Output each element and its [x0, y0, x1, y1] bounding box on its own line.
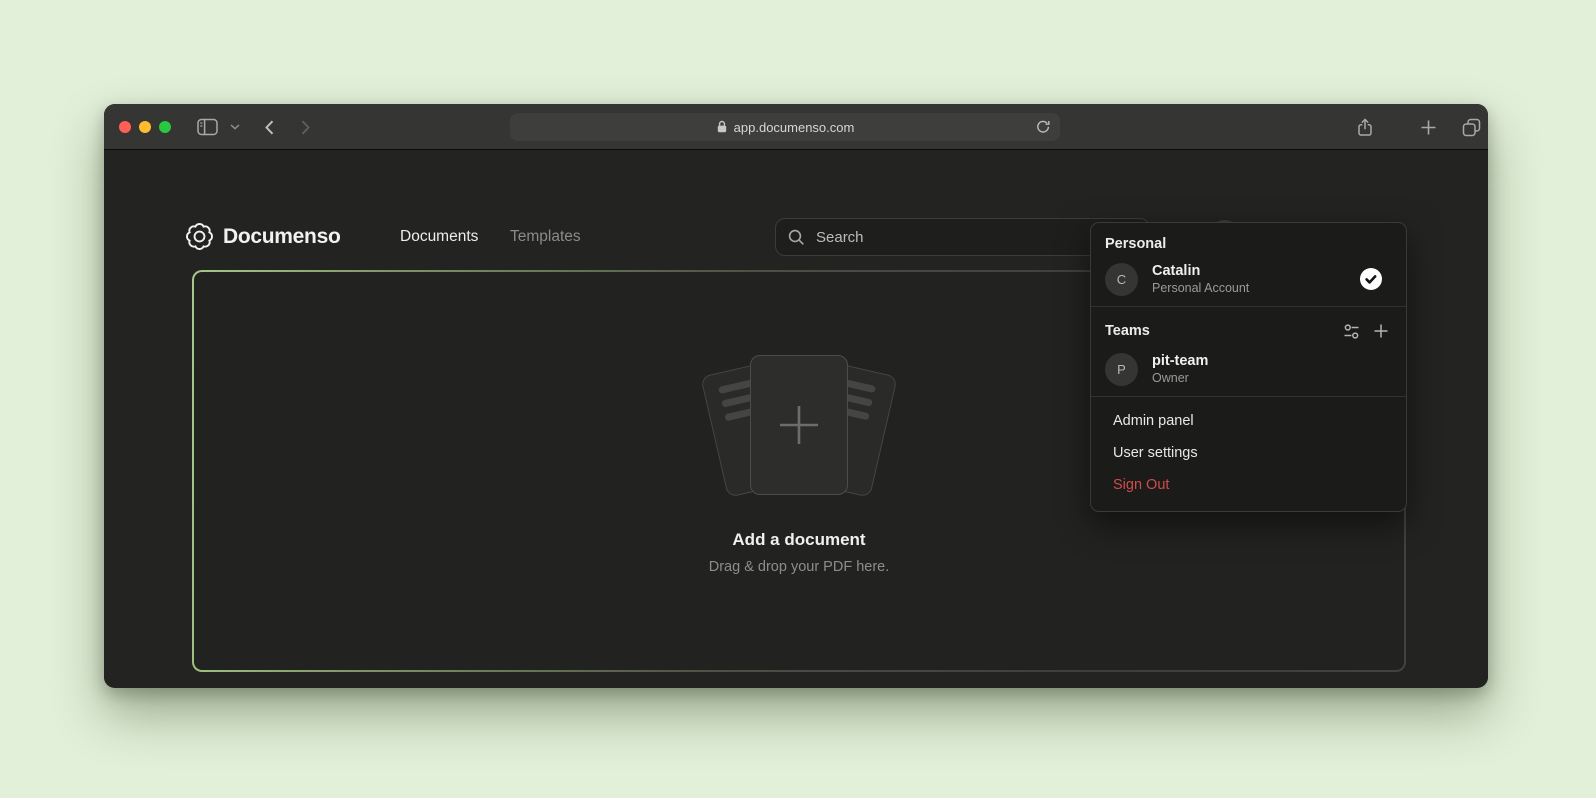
browser-toolbar: app.documenso.com — [104, 104, 1488, 150]
new-tab-button[interactable] — [1413, 112, 1443, 142]
personal-account-subtitle: Personal Account — [1152, 280, 1249, 296]
personal-section-heading: Personal — [1105, 236, 1392, 252]
share-icon — [1356, 118, 1374, 137]
team-item[interactable]: P pit-team Owner — [1105, 352, 1392, 386]
documenso-logo-icon — [186, 223, 213, 250]
chevron-down-icon — [230, 124, 240, 130]
admin-panel-item[interactable]: Admin panel — [1091, 405, 1406, 437]
teams-section-heading: Teams — [1105, 323, 1150, 339]
manage-teams-button[interactable] — [1340, 320, 1362, 342]
create-team-button[interactable] — [1370, 320, 1392, 342]
plus-icon — [1373, 323, 1389, 339]
dropdown-actions: Admin panel User settings Sign Out — [1091, 397, 1406, 511]
document-card-center — [750, 355, 848, 495]
tab-templates[interactable]: Templates — [510, 228, 581, 246]
brand-logo[interactable]: Documenso — [186, 223, 341, 250]
search-input[interactable] — [816, 229, 1083, 246]
empty-state-subtitle: Drag & drop your PDF here. — [709, 559, 890, 575]
personal-section: Personal C Catalin Personal Account — [1091, 223, 1406, 306]
tab-documents[interactable]: Documents — [400, 228, 478, 246]
close-window-button[interactable] — [119, 121, 131, 133]
team-name: pit-team — [1152, 352, 1208, 370]
app-content: Documenso Documents Templates ⌘+K C Cata… — [104, 150, 1488, 687]
team-role: Owner — [1152, 370, 1208, 386]
sidebar-toggle-button[interactable] — [192, 112, 222, 142]
personal-account-name: Catalin — [1152, 262, 1249, 280]
sliders-icon — [1343, 323, 1360, 340]
tab-overview-button[interactable] — [1456, 112, 1486, 142]
selected-check-icon — [1360, 268, 1382, 290]
lock-icon — [716, 120, 728, 134]
teams-section: Teams — [1091, 307, 1406, 396]
brand-name: Documenso — [223, 225, 341, 249]
url-field[interactable]: app.documenso.com — [510, 113, 1060, 141]
minimize-window-button[interactable] — [139, 121, 151, 133]
plus-icon — [1420, 119, 1437, 136]
personal-account-avatar: C — [1105, 263, 1138, 296]
tab-overview-icon — [1462, 118, 1481, 137]
browser-window: app.documenso.com — [104, 104, 1488, 688]
user-settings-item[interactable]: User settings — [1091, 437, 1406, 469]
sidebar-icon — [197, 118, 218, 136]
sign-out-item[interactable]: Sign Out — [1091, 469, 1406, 501]
url-text: app.documenso.com — [734, 120, 855, 135]
chevron-left-icon — [265, 120, 274, 135]
share-button[interactable] — [1350, 112, 1380, 142]
account-dropdown-menu: Personal C Catalin Personal Account — [1090, 222, 1407, 512]
reload-icon — [1036, 120, 1050, 134]
forward-button[interactable] — [290, 112, 320, 142]
personal-account-item[interactable]: C Catalin Personal Account — [1105, 262, 1392, 296]
document-stack-illustration — [689, 352, 909, 502]
zoom-window-button[interactable] — [159, 121, 171, 133]
empty-state-title: Add a document — [732, 530, 865, 550]
sidebar-menu-chevron[interactable] — [224, 112, 246, 142]
add-document-plus-icon — [776, 402, 822, 448]
back-button[interactable] — [254, 112, 284, 142]
search-icon — [788, 229, 805, 246]
team-avatar: P — [1105, 353, 1138, 386]
reload-button[interactable] — [1034, 118, 1052, 136]
chevron-right-icon — [301, 120, 310, 135]
